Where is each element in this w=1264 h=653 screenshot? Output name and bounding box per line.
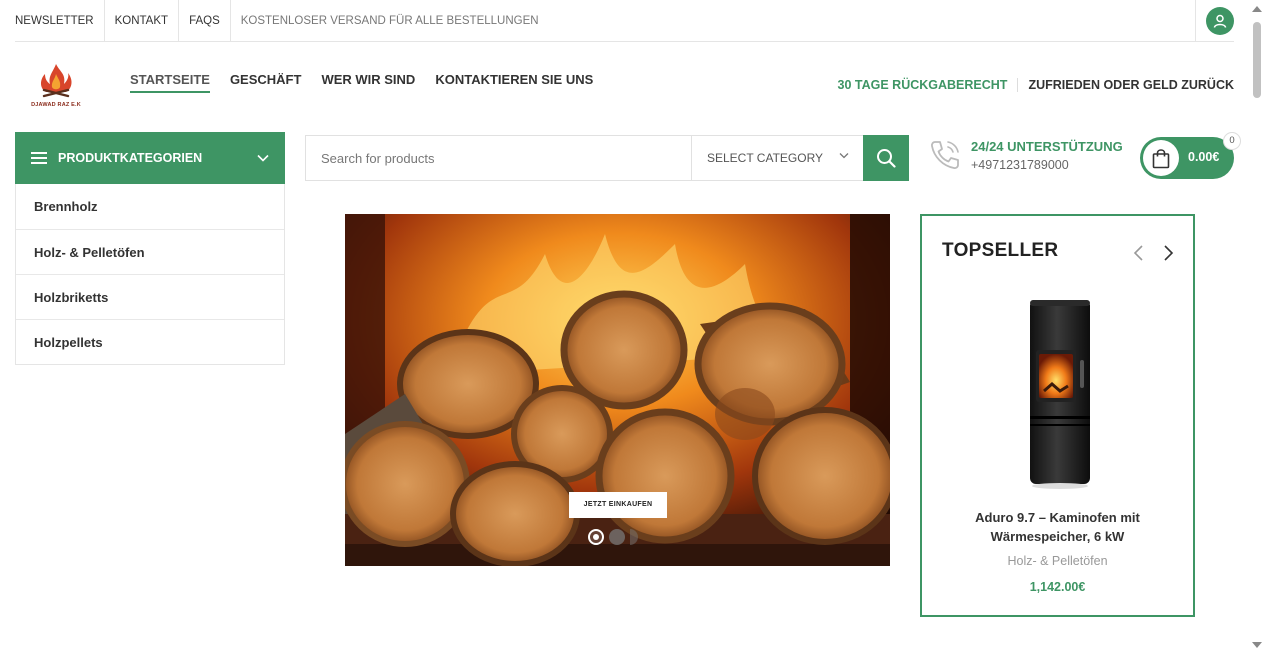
support-phone[interactable]: +4971231789000 bbox=[971, 158, 1123, 172]
user-icon bbox=[1213, 14, 1227, 28]
search-icon bbox=[877, 149, 896, 168]
category-list: Brennholz Holz- & Pelletöfen Holzbrikett… bbox=[15, 184, 285, 365]
cart-count-badge: 0 bbox=[1223, 132, 1241, 150]
flame-logo-icon bbox=[41, 64, 72, 98]
chevron-down-icon bbox=[839, 153, 849, 159]
cart-total: 0.00€ bbox=[1188, 150, 1220, 164]
hero-slider[interactable]: JETZT EINKAUFEN bbox=[345, 214, 890, 566]
scroll-up-arrow-icon[interactable] bbox=[1252, 6, 1262, 12]
nav-geschaeft[interactable]: GESCHÄFT bbox=[230, 72, 302, 93]
topbar-divider bbox=[1195, 0, 1196, 42]
faqs-link[interactable]: FAQS bbox=[179, 0, 231, 42]
support-title: 24/24 UNTERSTÜTZUNG bbox=[971, 139, 1123, 154]
newsletter-link[interactable]: NEWSLETTER bbox=[15, 0, 105, 42]
money-back-link[interactable]: ZUFRIEDEN ODER GELD ZURÜCK bbox=[1018, 78, 1234, 92]
logo-text: DJAWAD RAZ E.K bbox=[31, 102, 81, 108]
topseller-widget: TOPSELLER Aduro 9.7 – Kaminofen mit Wärm… bbox=[920, 214, 1195, 617]
category-item-brennholz[interactable]: Brennholz bbox=[16, 184, 284, 229]
header-promo-links: 30 TAGE RÜCKGABERECHT ZUFRIEDEN ODER GEL… bbox=[838, 78, 1234, 92]
phone-icon bbox=[931, 141, 959, 169]
top-bar: NEWSLETTER KONTAKT FAQS KOSTENLOSER VERS… bbox=[15, 0, 1234, 42]
product-category[interactable]: Holz- & Pelletöfen bbox=[942, 554, 1173, 568]
search-bar: SELECT CATEGORY bbox=[305, 135, 909, 181]
page-scrollbar[interactable] bbox=[1250, 0, 1264, 653]
nav-wer-wir-sind[interactable]: WER WIR SIND bbox=[321, 72, 415, 93]
scroll-down-arrow-icon[interactable] bbox=[1252, 642, 1262, 648]
scrollbar-thumb[interactable] bbox=[1253, 22, 1261, 98]
slider-dot-2[interactable] bbox=[609, 529, 625, 545]
site-logo[interactable]: DJAWAD RAZ E.K bbox=[26, 62, 86, 108]
stove-product-image[interactable] bbox=[1022, 296, 1098, 491]
category-select[interactable]: SELECT CATEGORY bbox=[691, 136, 863, 180]
search-button[interactable] bbox=[863, 135, 909, 181]
nav-kontaktieren[interactable]: KONTAKTIEREN SIE UNS bbox=[435, 72, 593, 93]
cart-button[interactable]: 0.00€ 0 bbox=[1140, 132, 1241, 179]
product-name[interactable]: Aduro 9.7 – Kaminofen mit Wärmespeicher,… bbox=[942, 508, 1173, 546]
support-info: 24/24 UNTERSTÜTZUNG +4971231789000 bbox=[928, 138, 1123, 172]
category-menu-toggle[interactable]: PRODUKTKATEGORIEN bbox=[15, 132, 285, 184]
cart-icon-wrap bbox=[1143, 140, 1179, 176]
search-input[interactable] bbox=[306, 136, 691, 180]
main-navigation: STARTSEITE GESCHÄFT WER WIR SIND KONTAKT… bbox=[130, 72, 593, 93]
chevron-left-icon[interactable] bbox=[1132, 244, 1146, 262]
shop-now-button[interactable]: JETZT EINKAUFEN bbox=[569, 492, 667, 518]
topseller-title: TOPSELLER bbox=[942, 240, 1059, 261]
category-select-value: SELECT CATEGORY bbox=[707, 151, 824, 165]
slider-dot-1[interactable] bbox=[588, 529, 604, 545]
account-button[interactable] bbox=[1206, 7, 1234, 35]
shopping-bag-icon bbox=[1152, 148, 1170, 168]
kontakt-link[interactable]: KONTAKT bbox=[105, 0, 180, 42]
slider-dots bbox=[588, 529, 638, 545]
slider-dot-3[interactable] bbox=[630, 529, 638, 545]
shipping-note: KOSTENLOSER VERSAND FÜR ALLE BESTELLUNGE… bbox=[240, 14, 539, 27]
category-item-oefen[interactable]: Holz- & Pelletöfen bbox=[16, 229, 284, 274]
menu-icon bbox=[31, 152, 47, 164]
chevron-right-icon[interactable] bbox=[1161, 244, 1175, 262]
chevron-down-icon bbox=[257, 154, 269, 162]
category-menu-title: PRODUKTKATEGORIEN bbox=[58, 151, 203, 165]
category-item-holzpellets[interactable]: Holzpellets bbox=[16, 319, 284, 364]
product-price: 1,142.00€ bbox=[1029, 580, 1086, 594]
return-policy-link[interactable]: 30 TAGE RÜCKGABERECHT bbox=[838, 78, 1019, 92]
category-item-holzbriketts[interactable]: Holzbriketts bbox=[16, 274, 284, 319]
nav-startseite[interactable]: STARTSEITE bbox=[130, 72, 210, 93]
